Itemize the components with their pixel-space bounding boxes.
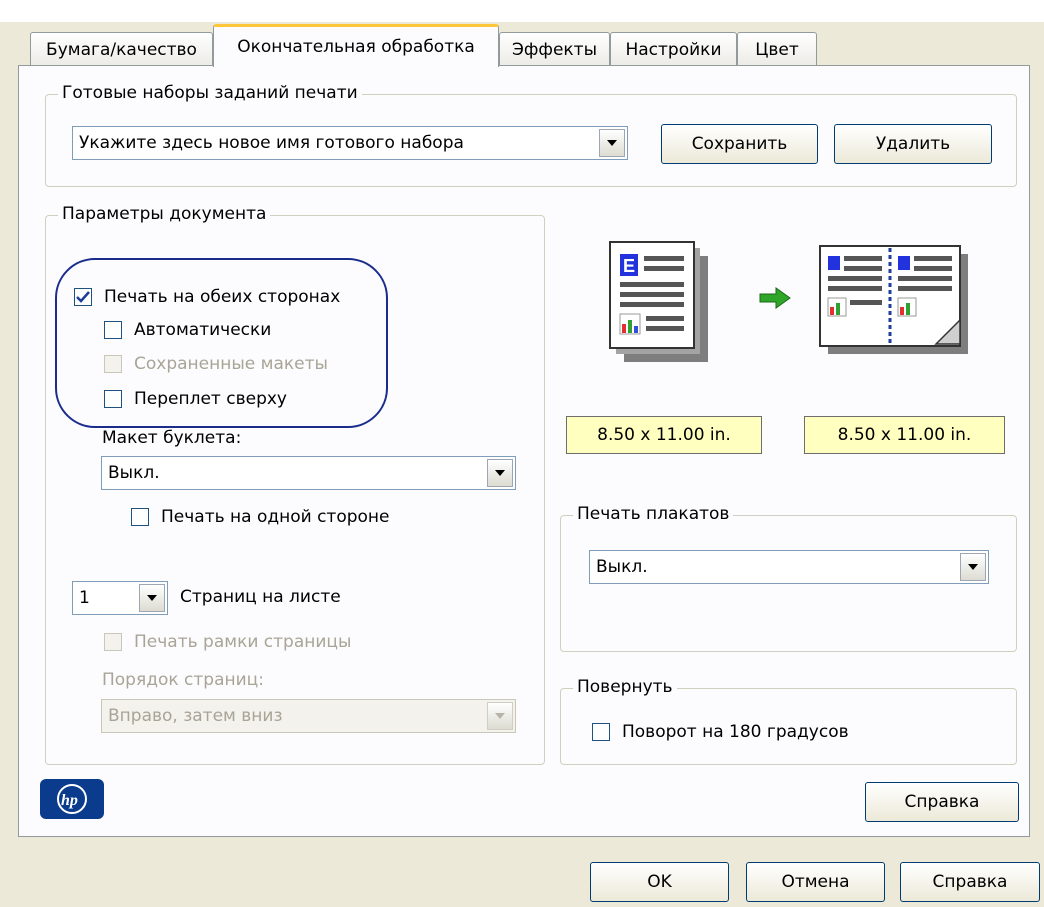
print-page-borders-label: Печать рамки страницы [134,632,352,652]
flip-pages-up-option[interactable]: Переплет сверху [104,389,287,409]
rotate-group-label: Повернуть [573,677,677,697]
document-options-group-label: Параметры документа [58,204,271,224]
cancel-button[interactable]: Отмена [746,862,885,902]
top-strip [0,0,1044,22]
pages-per-sheet-value: 1 [79,588,90,608]
tab-color[interactable]: Цвет [737,32,817,66]
poster-value: Выкл. [596,557,648,577]
tab-effects[interactable]: Эффекты [499,32,610,66]
page-order-value: Вправо, затем вниз [108,706,283,726]
print-one-side-label: Печать на одной стороне [161,507,390,527]
poster-group-label: Печать плакатов [573,504,734,524]
preset-name-combo[interactable]: Укажите здесь новое имя готового набора [72,126,628,160]
saved-layouts-option: Сохраненные макеты [104,354,328,374]
rotate-180-checkbox[interactable] [592,723,610,741]
flip-pages-up-label: Переплет сверху [134,389,287,409]
saved-layouts-label: Сохраненные макеты [134,354,328,374]
rotate-180-label: Поворот на 180 градусов [622,722,849,742]
automatic-option[interactable]: Автоматически [104,320,271,340]
chevron-down-icon [487,702,513,730]
automatic-label: Автоматически [134,320,272,340]
poster-combo[interactable]: Выкл. [589,550,989,584]
page-order-combo: Вправо, затем вниз [101,699,516,733]
save-preset-button[interactable]: Сохранить [661,124,818,164]
tab-finishing[interactable]: Окончательная обработка [213,24,499,67]
chevron-down-icon[interactable] [139,584,165,612]
ok-button[interactable]: OK [590,862,729,902]
chevron-down-icon[interactable] [960,553,986,581]
print-both-sides-label: Печать на обеих сторонах [104,287,341,307]
hp-logo-icon: hp [40,779,104,819]
target-paper-size: 8.50 x 11.00 in. [804,416,1005,454]
page-order-label: Порядок страниц: [102,670,264,690]
print-one-side-option[interactable]: Печать на одной стороне [131,507,390,527]
presets-group-label: Готовые наборы заданий печати [58,83,362,103]
print-both-sides-option[interactable]: Печать на обеих сторонах [74,287,340,307]
help-button-inner[interactable]: Справка [865,782,1019,822]
booklet-layout-label: Макет буклета: [102,428,242,448]
help-button[interactable]: Справка [900,862,1040,902]
automatic-checkbox[interactable] [104,321,122,339]
chevron-down-icon[interactable] [599,129,625,157]
booklet-layout-value: Выкл. [108,463,160,483]
tab-paper-quality[interactable]: Бумага/качество [30,32,213,66]
saved-layouts-checkbox [104,355,122,373]
checkmark-icon [76,291,90,303]
print-one-side-checkbox[interactable] [131,508,149,526]
booklet-preview-icon [818,244,970,356]
svg-text:E: E [623,256,635,276]
svg-text:hp: hp [61,792,78,809]
pages-per-sheet-label: Страниц на листе [180,587,341,607]
flip-pages-up-checkbox[interactable] [104,390,122,408]
pages-per-sheet-combo[interactable]: 1 [72,581,168,615]
single-page-preview-icon: E [608,240,712,366]
preset-name-value: Укажите здесь новое имя готового набора [79,133,464,153]
print-both-sides-checkbox[interactable] [74,288,92,306]
booklet-layout-combo[interactable]: Выкл. [101,456,516,490]
chevron-down-icon[interactable] [487,459,513,487]
print-page-borders-option: Печать рамки страницы [104,632,351,652]
arrow-right-icon [758,286,792,310]
source-paper-size: 8.50 x 11.00 in. [566,416,762,454]
tab-settings[interactable]: Настройки [610,32,737,66]
print-page-borders-checkbox [104,633,122,651]
delete-preset-button[interactable]: Удалить [834,124,992,164]
rotate-180-option[interactable]: Поворот на 180 градусов [592,722,849,742]
